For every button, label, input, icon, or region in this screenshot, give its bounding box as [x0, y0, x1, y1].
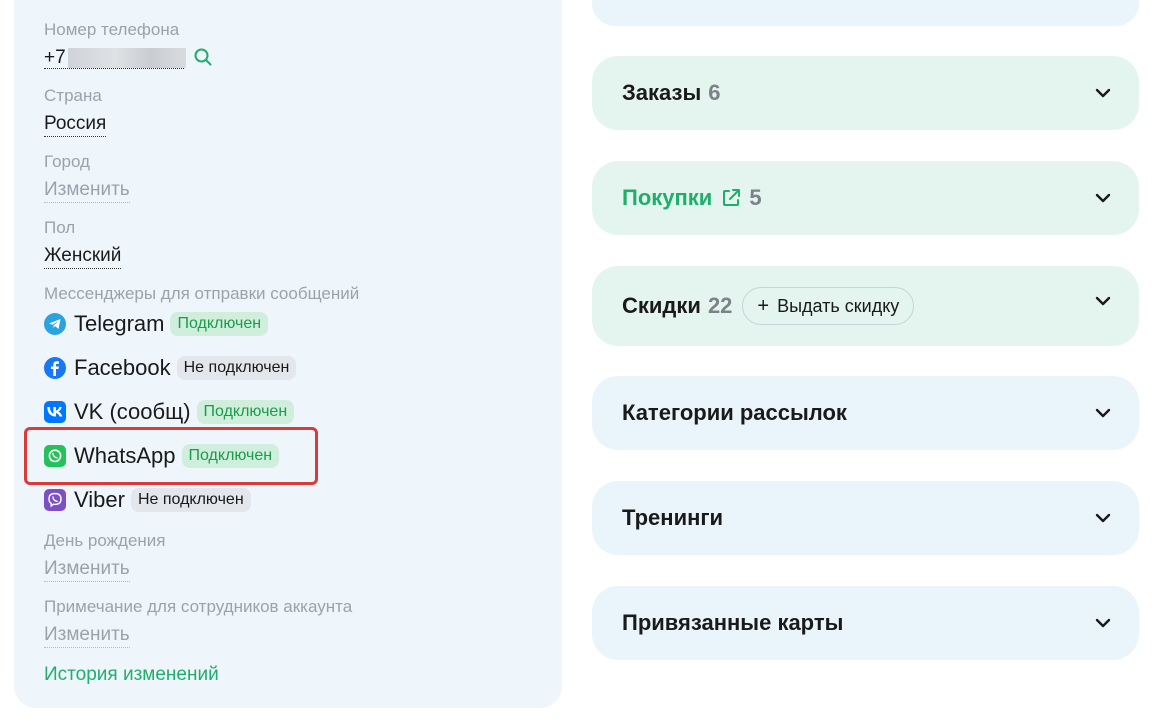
add-discount-label: Выдать скидку [777, 295, 900, 316]
add-discount-button[interactable]: + Выдать скидку [742, 287, 915, 325]
phone-label: Номер телефона [44, 20, 180, 39]
section-trainings[interactable]: Тренинги [592, 481, 1139, 555]
chevron-down-icon[interactable] [1095, 88, 1111, 98]
viber-icon [44, 489, 66, 511]
section-title: Заказы [622, 80, 702, 105]
staff-note-edit-link[interactable]: Изменить [44, 624, 130, 648]
messenger-row-viber: Viber Не подключен [44, 486, 251, 514]
section-top-partial [592, 0, 1139, 26]
messenger-name: Telegram [74, 311, 165, 336]
phone-prefix: +7 [44, 47, 66, 68]
telegram-icon [44, 313, 66, 335]
section-title: Категории рассылок [622, 400, 847, 425]
phone-value[interactable]: +7 [44, 46, 186, 70]
phone-underline [44, 68, 184, 69]
section-mailing-categories[interactable]: Категории рассылок [592, 376, 1139, 450]
chevron-down-icon[interactable] [1095, 618, 1111, 628]
section-title: Тренинги [622, 505, 724, 530]
status-badge: Подключен [170, 312, 269, 336]
section-count: 5 [749, 185, 762, 210]
messenger-row-facebook: Facebook Не подключен [44, 354, 297, 382]
city-edit-link[interactable]: Изменить [44, 179, 130, 203]
chevron-down-icon[interactable] [1095, 193, 1111, 203]
plus-icon: + [757, 295, 770, 317]
section-title: Скидки [622, 293, 701, 318]
country-value[interactable]: Россия [44, 113, 107, 137]
section-discounts[interactable]: Скидки 22 + Выдать скидку [592, 266, 1139, 346]
country-label: Страна [44, 86, 102, 105]
status-badge: Подключен [196, 400, 295, 424]
status-badge: Не подключен [130, 488, 251, 512]
chevron-down-icon[interactable] [1095, 296, 1111, 306]
messengers-label: Мессенджеры для отправки сообщений [44, 284, 360, 303]
birthday-label: День рождения [44, 531, 166, 550]
messenger-row-telegram: Telegram Подключен [44, 310, 269, 338]
chevron-down-icon[interactable] [1095, 513, 1111, 523]
whatsapp-highlight-frame [24, 427, 318, 485]
search-icon[interactable] [193, 47, 213, 67]
messenger-name: Viber [74, 487, 125, 512]
gender-label: Пол [44, 218, 76, 237]
city-label: Город [44, 152, 90, 171]
staff-note-label: Примечание для сотрудников аккаунта [44, 597, 353, 616]
section-purchases[interactable]: Покупки 5 [592, 161, 1139, 235]
section-count: 22 [707, 293, 733, 318]
section-orders[interactable]: Заказы 6 [592, 56, 1139, 130]
vk-icon [44, 401, 66, 423]
gender-value[interactable]: Женский [44, 245, 122, 269]
messenger-row-vk: VK (сообщ) Подключен [44, 398, 295, 426]
status-badge: Не подключен [176, 356, 297, 380]
change-history-link[interactable]: История изменений [44, 664, 219, 686]
birthday-edit-link[interactable]: Изменить [44, 558, 130, 582]
messenger-name: VK (сообщ) [74, 399, 191, 424]
external-link-icon[interactable] [720, 187, 742, 209]
phone-number-blurred [67, 48, 186, 68]
facebook-icon [44, 357, 66, 379]
section-title-link[interactable]: Покупки [622, 185, 712, 211]
messenger-name: Facebook [74, 355, 171, 380]
section-title: Привязанные карты [622, 610, 844, 635]
section-linked-cards[interactable]: Привязанные карты [592, 586, 1139, 660]
chevron-down-icon[interactable] [1095, 408, 1111, 418]
section-count: 6 [708, 80, 721, 105]
